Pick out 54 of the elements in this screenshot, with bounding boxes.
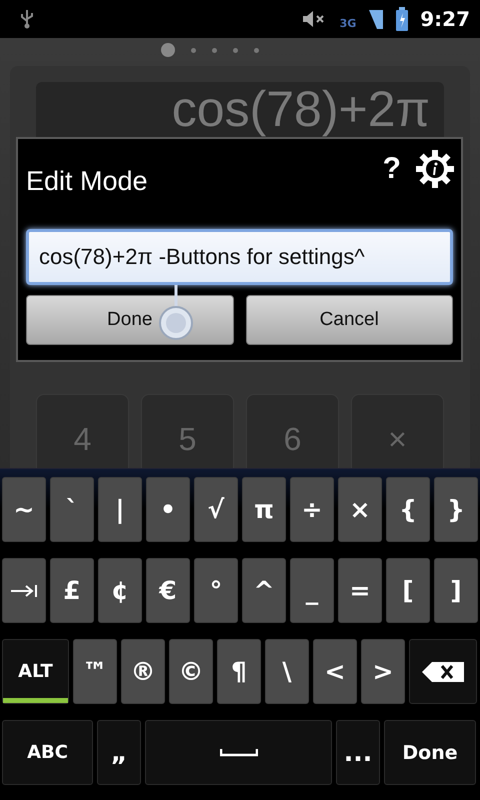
- help-button[interactable]: ?: [382, 152, 401, 186]
- dialog-button[interactable]: Done: [26, 295, 234, 345]
- signal-icon: [368, 8, 384, 30]
- key[interactable]: _: [290, 558, 334, 623]
- tab-key[interactable]: [2, 558, 46, 623]
- key[interactable]: ©: [169, 639, 213, 704]
- key[interactable]: ®: [121, 639, 165, 704]
- key[interactable]: „: [97, 720, 141, 785]
- dialog-title: Edit Mode: [25, 166, 149, 196]
- key[interactable]: `: [50, 477, 94, 542]
- tab-icon: [10, 584, 38, 598]
- expression: cos(78)+2π: [172, 84, 430, 134]
- backspace-key[interactable]: [409, 639, 477, 704]
- key[interactable]: [: [386, 558, 430, 623]
- page-dot[interactable]: [191, 48, 196, 52]
- alt-key[interactable]: ALT: [2, 639, 69, 704]
- page-dot[interactable]: [254, 48, 259, 52]
- key[interactable]: π: [242, 477, 286, 542]
- key[interactable]: ¢: [98, 558, 142, 623]
- space-icon: [220, 748, 258, 756]
- key[interactable]: =: [338, 558, 382, 623]
- key[interactable]: ]: [434, 558, 478, 623]
- page-dot[interactable]: [212, 48, 217, 52]
- key[interactable]: <: [313, 639, 357, 704]
- page-dot[interactable]: [161, 43, 175, 57]
- key[interactable]: £: [50, 558, 94, 623]
- key[interactable]: •: [146, 477, 190, 542]
- key[interactable]: ™: [73, 639, 117, 704]
- expression-field[interactable]: cos(78)+2π -Buttons for settings^: [26, 229, 453, 285]
- key[interactable]: ¶: [217, 639, 261, 704]
- key[interactable]: \: [265, 639, 309, 704]
- battery-icon: [396, 7, 408, 31]
- cursor-handle-icon[interactable]: [158, 285, 194, 341]
- key[interactable]: ^: [242, 558, 286, 623]
- network-type: 3G: [340, 16, 356, 30]
- key[interactable]: ×: [338, 477, 382, 542]
- key[interactable]: €: [146, 558, 190, 623]
- key[interactable]: √: [194, 477, 238, 542]
- key[interactable]: ~: [2, 477, 46, 542]
- key[interactable]: °: [194, 558, 238, 623]
- backspace-icon: [422, 662, 464, 682]
- key[interactable]: |: [98, 477, 142, 542]
- key[interactable]: {: [386, 477, 430, 542]
- key[interactable]: ÷: [290, 477, 334, 542]
- key[interactable]: }: [434, 477, 478, 542]
- page-dot[interactable]: [233, 48, 238, 52]
- key[interactable]: >: [361, 639, 405, 704]
- key[interactable]: ABC: [2, 720, 93, 785]
- dialog-button[interactable]: Cancel: [246, 295, 453, 345]
- done-key[interactable]: Done: [384, 720, 476, 785]
- settings-icon[interactable]: [415, 149, 455, 189]
- clock: 9:27: [420, 7, 470, 31]
- key[interactable]: ...: [336, 720, 380, 785]
- usb-icon: [20, 9, 34, 29]
